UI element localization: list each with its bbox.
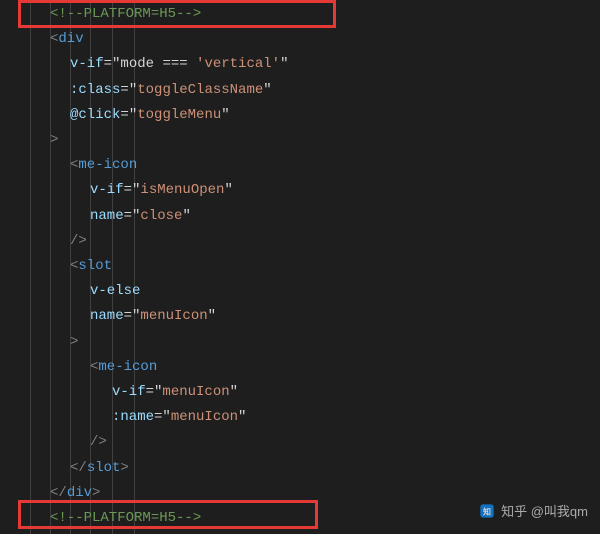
code-area[interactable]: <!--PLATFORM=H5--> <div v-if="mode === '… bbox=[0, 0, 600, 534]
watermark-text: 知乎 @叫我qm bbox=[501, 499, 588, 524]
code-line[interactable]: <me-icon bbox=[0, 153, 600, 178]
watermark: 知 知乎 @叫我qm bbox=[479, 499, 588, 524]
code-line[interactable]: <me-icon bbox=[0, 355, 600, 380]
code-line[interactable]: <slot bbox=[0, 254, 600, 279]
code-line[interactable]: @click="toggleMenu" bbox=[0, 103, 600, 128]
code-line[interactable]: /> bbox=[0, 430, 600, 455]
code-line[interactable]: > bbox=[0, 330, 600, 355]
code-line[interactable]: > bbox=[0, 128, 600, 153]
code-line[interactable]: v-if="mode === 'vertical'" bbox=[0, 52, 600, 77]
code-line[interactable]: :class="toggleClassName" bbox=[0, 78, 600, 103]
svg-text:知: 知 bbox=[483, 507, 491, 517]
code-line[interactable]: name="close" bbox=[0, 204, 600, 229]
code-line[interactable]: name="menuIcon" bbox=[0, 304, 600, 329]
zhihu-icon: 知 bbox=[479, 503, 495, 519]
code-line[interactable]: v-if="menuIcon" bbox=[0, 380, 600, 405]
code-line[interactable]: </slot> bbox=[0, 456, 600, 481]
comment: <!--PLATFORM=H5--> bbox=[50, 510, 201, 526]
code-line[interactable]: <!--PLATFORM=H5--> bbox=[0, 2, 600, 27]
code-line[interactable]: v-else bbox=[0, 279, 600, 304]
code-line[interactable]: :name="menuIcon" bbox=[0, 405, 600, 430]
comment: <!--PLATFORM=H5--> bbox=[50, 6, 201, 22]
code-line[interactable]: /> bbox=[0, 229, 600, 254]
code-editor[interactable]: <!--PLATFORM=H5--> <div v-if="mode === '… bbox=[0, 0, 600, 534]
code-line[interactable]: v-if="isMenuOpen" bbox=[0, 178, 600, 203]
code-line[interactable]: <div bbox=[0, 27, 600, 52]
